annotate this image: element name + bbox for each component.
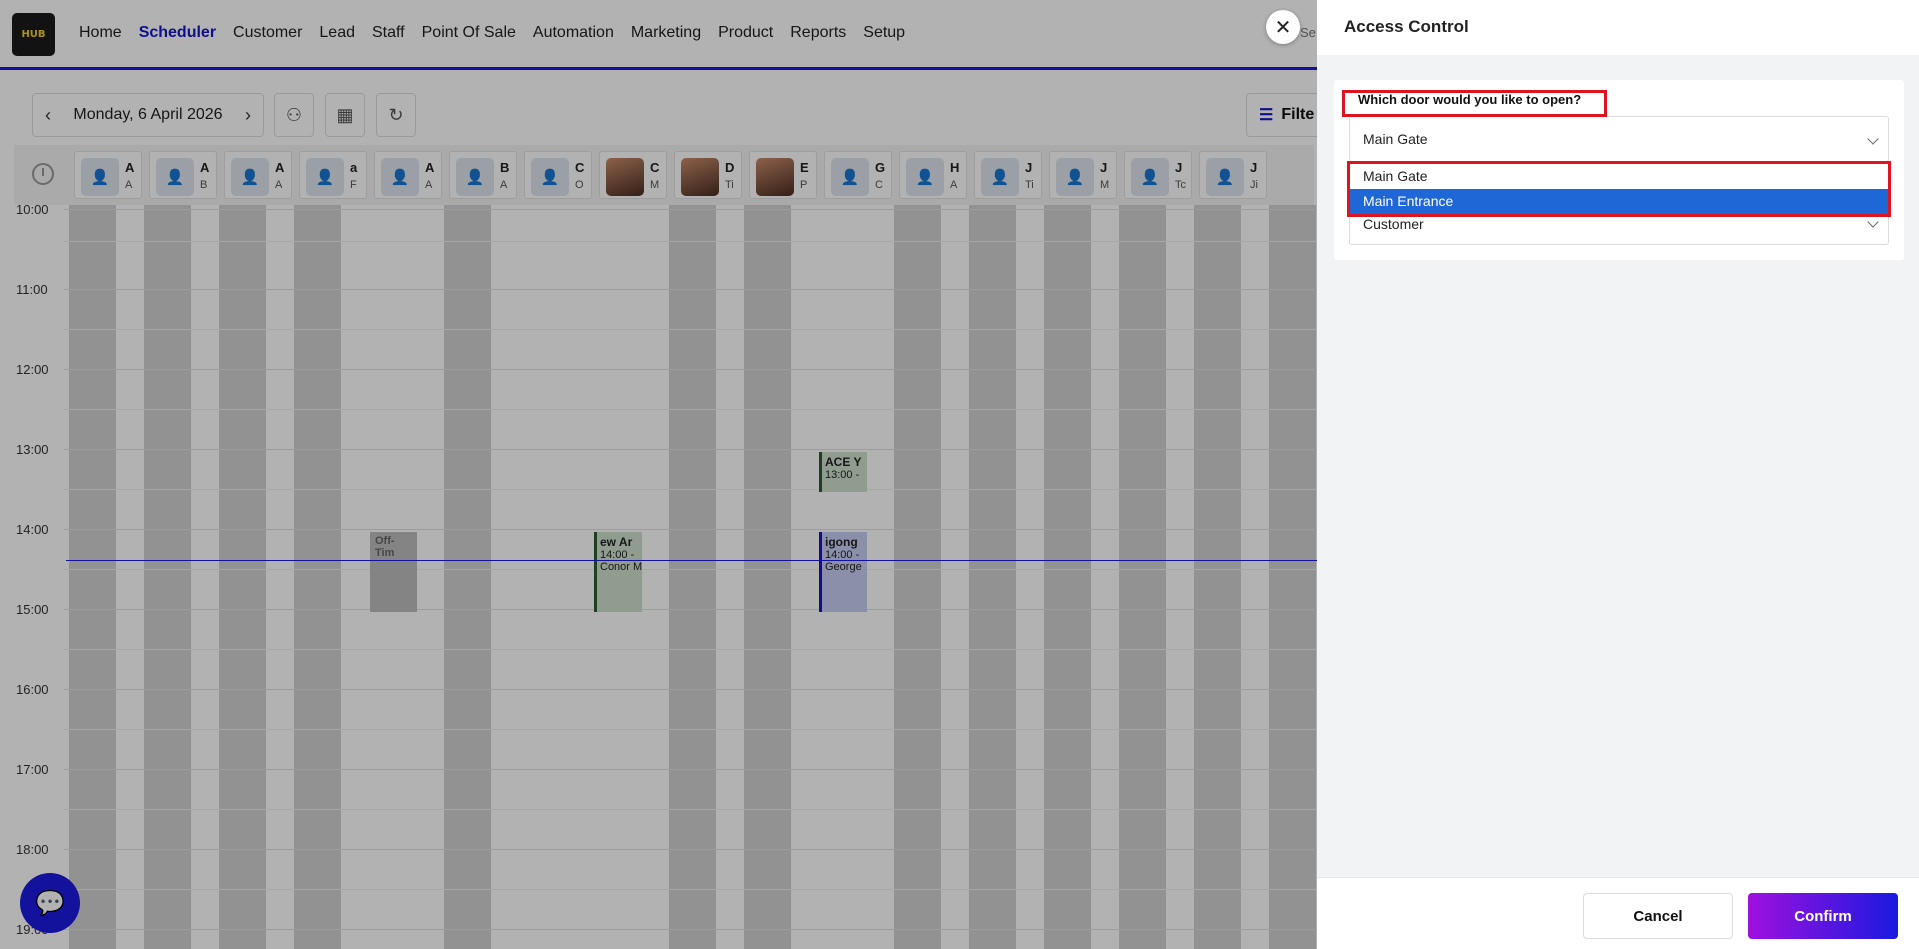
highlight-box-question <box>1342 90 1607 117</box>
cancel-button[interactable]: Cancel <box>1583 893 1733 939</box>
drawer-header: Access Control <box>1317 0 1919 55</box>
customer-select-value: Customer <box>1363 216 1424 232</box>
confirm-button[interactable]: Confirm <box>1748 893 1898 939</box>
modal-backdrop[interactable] <box>0 0 1317 949</box>
highlight-box-options <box>1347 161 1891 217</box>
door-select-value: Main Gate <box>1363 131 1428 147</box>
close-icon: ✕ <box>1274 16 1292 39</box>
close-drawer-button[interactable]: ✕ <box>1266 10 1300 44</box>
drawer-title: Access Control <box>1344 17 1469 36</box>
chevron-down-icon <box>1867 133 1879 145</box>
door-select[interactable]: Main Gate <box>1349 116 1889 162</box>
chevron-down-icon <box>1867 216 1879 228</box>
